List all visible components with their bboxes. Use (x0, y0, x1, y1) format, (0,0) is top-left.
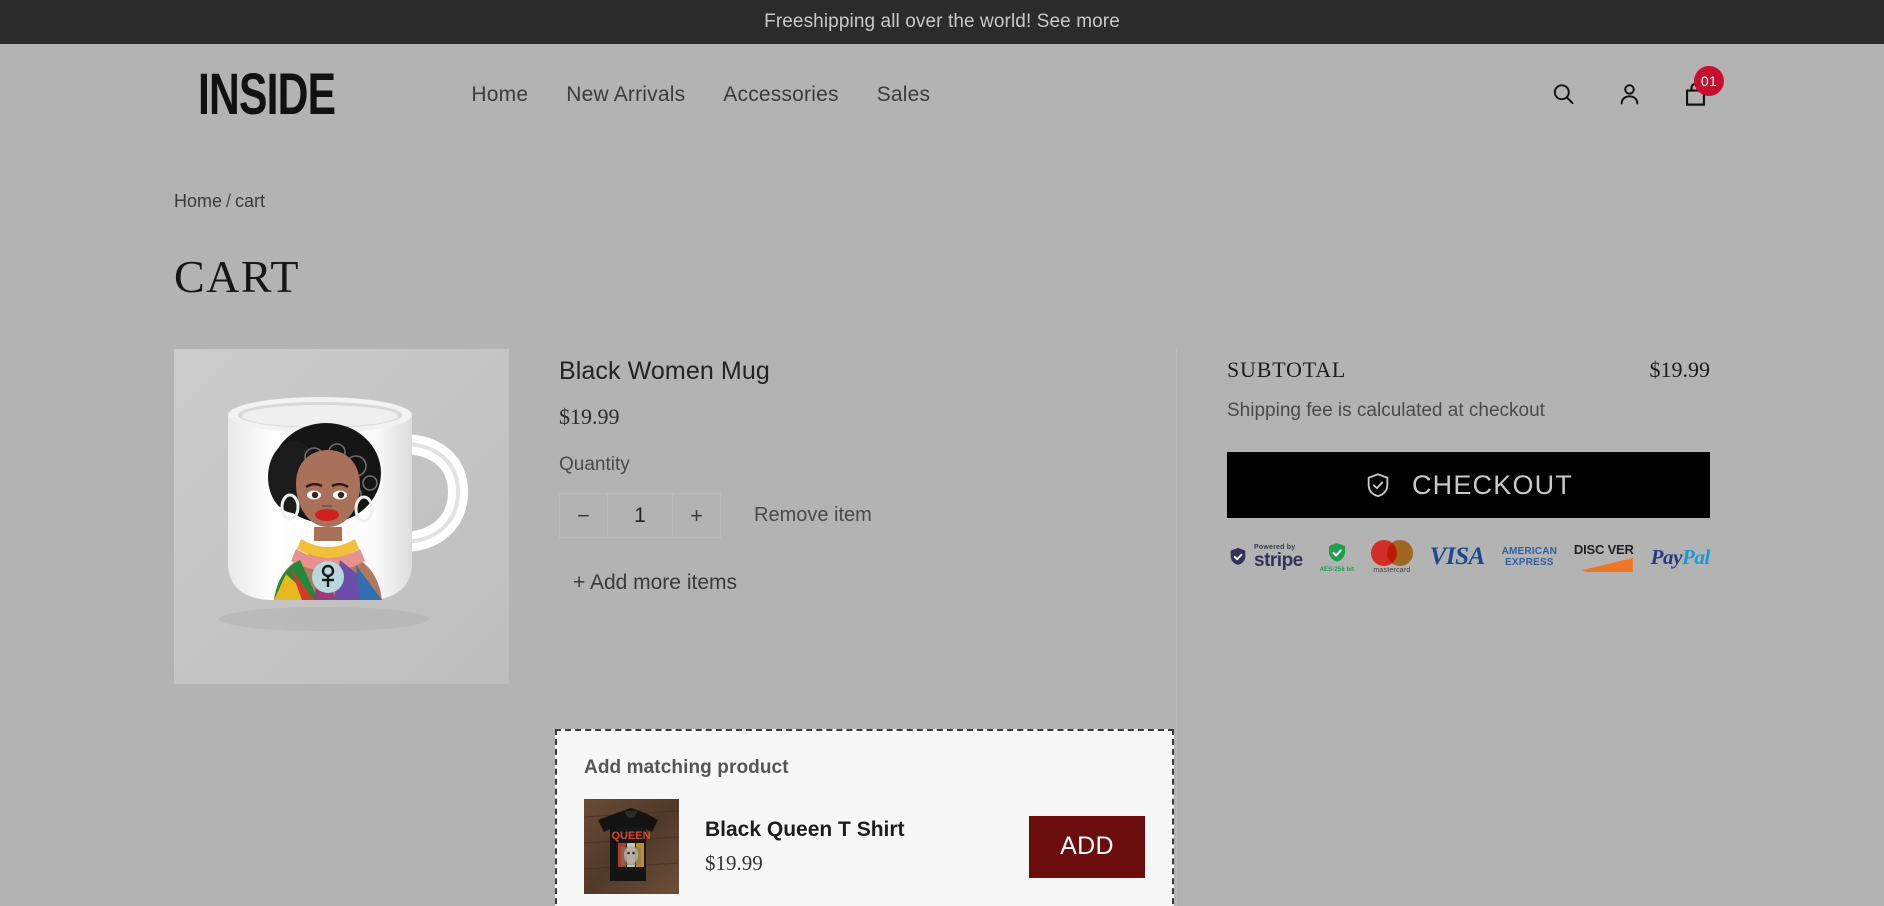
breadcrumb-separator: / (226, 191, 232, 211)
order-summary-column: SUBTOTAL $19.99 Shipping fee is calculat… (1177, 349, 1710, 906)
page-content: Home / cart CART Black Women Mug $19.99 … (0, 191, 1884, 906)
search-icon[interactable] (1548, 80, 1578, 110)
stripe-name-label: stripe (1254, 550, 1303, 571)
add-matching-product-button[interactable]: ADD (1029, 815, 1145, 878)
remove-item-button[interactable]: Remove item (754, 504, 872, 527)
nav-item-new-arrivals[interactable]: New Arrivals (566, 83, 685, 107)
quantity-increase-button[interactable]: + (673, 494, 720, 537)
subtotal-row: SUBTOTAL $19.99 (1227, 357, 1710, 383)
discover-label: DISC VER (1573, 542, 1634, 557)
cart-item-title: Black Women Mug (559, 357, 770, 385)
amex-label-line2: EXPRESS (1504, 557, 1554, 568)
add-matching-product-panel: Add matching product QUEEN Black Queen T… (555, 729, 1174, 906)
shipping-note: Shipping fee is calculated at checkout (1227, 400, 1545, 421)
amex-badge: AMERICAN EXPRESS (1502, 546, 1558, 569)
quantity-stepper: − 1 + (559, 493, 721, 538)
announcement-text[interactable]: Freeshipping all over the world! See mor… (764, 11, 1120, 33)
nav-item-accessories[interactable]: Accessories (723, 83, 838, 107)
cart-item-price: $19.99 (559, 404, 620, 429)
quantity-label: Quantity (559, 454, 630, 475)
stripe-shield-icon (1230, 547, 1246, 565)
subtotal-label: SUBTOTAL (1227, 357, 1347, 382)
quantity-decrease-button[interactable]: − (560, 494, 607, 537)
matching-product-text: Black Queen T Shirt $19.99 (705, 818, 905, 876)
paypal-label-part2: Pal (1682, 544, 1710, 569)
breadcrumb: Home / cart (174, 191, 1710, 212)
announcement-bar: Freeshipping all over the world! See mor… (0, 0, 1884, 44)
cart-item-row: Black Women Mug $19.99 Quantity − 1 + Re… (174, 349, 1176, 684)
page-title: CART (174, 251, 300, 302)
user-icon[interactable] (1614, 80, 1644, 110)
amex-label-line1: AMERICAN (1501, 545, 1558, 557)
checkout-button-label: CHECKOUT (1411, 469, 1574, 500)
aes-encryption-badge: AES-256 bit (1320, 541, 1354, 573)
add-more-items-link[interactable]: + Add more items (573, 571, 872, 595)
matching-product-row: QUEEN Black Queen T Shirt $19.99 ADD (584, 799, 1145, 894)
aes-label: AES-256 bit (1319, 567, 1355, 573)
checkout-button[interactable]: CHECKOUT (1227, 452, 1710, 518)
breadcrumb-home[interactable]: Home (174, 191, 222, 211)
visa-label: VISA (1429, 543, 1485, 570)
subtotal-value: $19.99 (1649, 357, 1711, 382)
paypal-label-part1: Pay (1650, 544, 1683, 569)
cart-count-badge: 01 (1694, 65, 1724, 96)
payment-methods-row: Powered by stripe AES-256 bit mastercard (1227, 540, 1710, 574)
stripe-badge: Powered by stripe (1227, 544, 1303, 570)
matching-product-heading: Add matching product (584, 757, 789, 778)
mastercard-label: mastercard (1373, 567, 1411, 574)
discover-badge: DISC VER (1574, 542, 1634, 572)
shopping-bag-icon[interactable]: 01 (1680, 65, 1724, 110)
paypal-badge: PayPal (1650, 544, 1711, 570)
mastercard-badge: mastercard (1370, 540, 1413, 574)
nav-item-sales[interactable]: Sales (877, 83, 931, 107)
matching-product-name: Black Queen T Shirt (705, 817, 905, 841)
shield-check-icon (1364, 471, 1392, 499)
discover-swoosh-icon (1574, 558, 1633, 572)
cart-items-column: Black Women Mug $19.99 Quantity − 1 + Re… (174, 349, 1177, 906)
quantity-row: − 1 + Remove item (559, 493, 872, 538)
matching-product-thumbnail[interactable]: QUEEN (584, 799, 679, 894)
site-logo[interactable]: INSIDE (198, 65, 336, 123)
mastercard-icon (1370, 540, 1413, 566)
cart-layout: Black Women Mug $19.99 Quantity − 1 + Re… (174, 349, 1710, 906)
breadcrumb-current: cart (235, 191, 266, 211)
quantity-value[interactable]: 1 (608, 494, 672, 537)
main-navigation: Home New Arrivals Accessories Sales (471, 83, 930, 107)
nav-item-home[interactable]: Home (471, 83, 528, 107)
header-icon-group: 01 (1548, 65, 1724, 110)
aes-shield-icon (1328, 543, 1345, 562)
cart-item-details: Black Women Mug $19.99 Quantity − 1 + Re… (509, 349, 872, 684)
site-header: INSIDE Home New Arrivals Accessories Sal… (0, 44, 1884, 145)
visa-badge: VISA (1430, 543, 1485, 571)
matching-product-price: $19.99 (705, 850, 763, 875)
product-image-black-women-mug[interactable] (174, 349, 509, 684)
svg-text:QUEEN: QUEEN (611, 830, 650, 842)
